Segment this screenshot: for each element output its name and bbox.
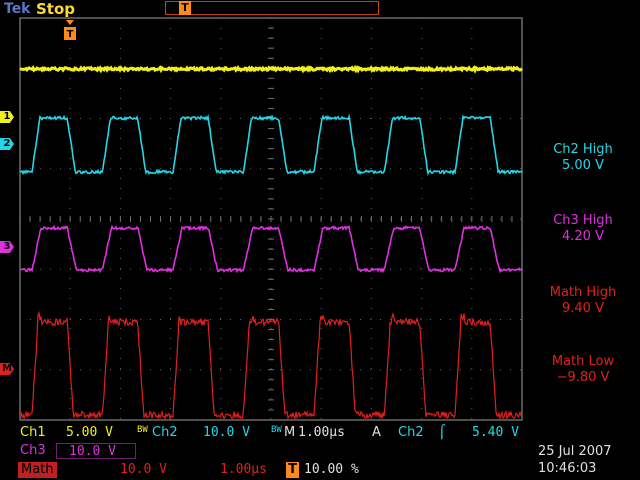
trigger-slope-icon[interactable]: ⌠: [438, 425, 446, 441]
ch1-bandwidth-limit: BW: [137, 425, 148, 441]
math-label[interactable]: Math: [18, 462, 57, 478]
math-scale[interactable]: 10.0 V: [120, 462, 167, 478]
measurement-value: 5.00 V: [528, 158, 638, 174]
measurement-ch3-high: Ch3 High 4.20 V: [528, 213, 638, 245]
trigger-level[interactable]: 5.40 V: [472, 425, 519, 441]
measurement-label: Ch2 High: [528, 142, 638, 158]
trigger-time-icon[interactable]: T: [64, 20, 76, 42]
svg-text:T: T: [67, 29, 74, 40]
measurement-label: Ch3 High: [528, 213, 638, 229]
measurement-value: 4.20 V: [528, 229, 638, 245]
trigger-mode: A: [372, 425, 381, 441]
bottom-status-area: Ch1 5.00 V BW Ch2 10.0 V BW M 1.00µs A C…: [0, 422, 640, 480]
timebase-value[interactable]: 1.00µs: [298, 425, 345, 441]
trigger-position-icon: T: [286, 462, 299, 478]
measurement-math-high: Math High 9.40 V: [528, 285, 638, 317]
ch3-scale[interactable]: 10.0 V: [56, 443, 136, 459]
measurement-math-low: Math Low −9.80 V: [528, 354, 638, 386]
measurement-label: Math Low: [528, 354, 638, 370]
measurement-ch2-high: Ch2 High 5.00 V: [528, 142, 638, 174]
trigger-source[interactable]: Ch2: [398, 425, 424, 441]
ch2-scale[interactable]: 10.0 V: [203, 425, 250, 441]
ch1-label[interactable]: Ch1: [20, 425, 46, 441]
ch3-label[interactable]: Ch3: [20, 443, 46, 459]
ch2-label[interactable]: Ch2: [152, 425, 178, 441]
ch2-waveform: [20, 117, 522, 174]
ch1-waveform: [20, 68, 522, 70]
date-display: 25 Jul 2007: [538, 444, 612, 460]
timebase-label: M: [284, 425, 295, 441]
time-display: 10:46:03: [538, 461, 596, 477]
measurement-label: Math High: [528, 285, 638, 301]
measurement-value: −9.80 V: [528, 370, 638, 386]
measurement-value: 9.40 V: [528, 301, 638, 317]
ch1-scale[interactable]: 5.00 V: [66, 425, 113, 441]
ch2-bandwidth-limit: BW: [271, 425, 282, 441]
math-time[interactable]: 1.00µs: [220, 462, 267, 478]
graticule: [20, 18, 522, 420]
trigger-position-value[interactable]: 10.00 %: [304, 462, 359, 478]
